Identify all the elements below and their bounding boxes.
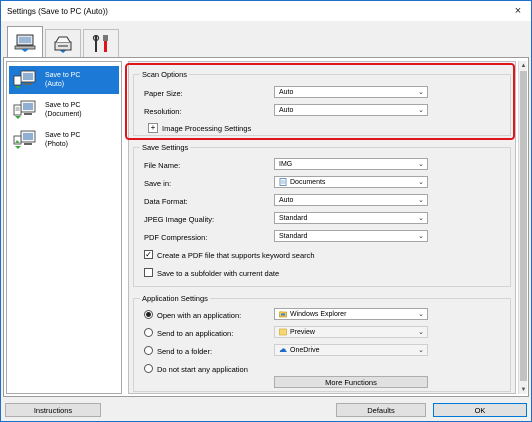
file-name-label: File Name: — [144, 161, 181, 170]
do-not-start-radio[interactable] — [144, 364, 153, 373]
defaults-button[interactable]: Defaults — [336, 403, 426, 417]
chevron-down-icon: ⌄ — [418, 89, 424, 96]
keyword-pdf-checkbox[interactable]: ✓ — [144, 250, 153, 259]
settings-panel: Scan Options Paper Size: Auto ⌄ Resoluti… — [128, 61, 516, 394]
scrollbar-thumb[interactable] — [520, 71, 527, 381]
open-with-value: Windows Explorer — [290, 310, 347, 318]
chevron-down-icon: ⌄ — [418, 233, 424, 240]
resolution-value: Auto — [279, 106, 294, 114]
send-to-folder-radio[interactable] — [144, 346, 153, 355]
send-to-app-label: Send to an application: — [157, 329, 234, 338]
footer-bar: Instructions Defaults OK — [1, 399, 531, 421]
application-settings-title: Application Settings — [140, 294, 210, 303]
ok-button[interactable]: OK — [433, 403, 527, 417]
more-functions-button[interactable]: More Functions — [274, 376, 428, 388]
sidebar-item-sublabel: (Photo) — [45, 141, 68, 148]
sidebar-item-label: Save to PC — [45, 132, 81, 139]
send-to-app-value: Preview — [290, 328, 315, 336]
title-bar: Settings (Save to PC (Auto)) × — [1, 1, 531, 21]
sidebar-item-label: Save to PC — [45, 102, 81, 109]
onedrive-icon — [279, 346, 287, 354]
sidebar-item-save-to-pc-document[interactable]: Save to PC (Document) — [9, 96, 119, 124]
paper-size-select[interactable]: Auto ⌄ — [274, 86, 428, 98]
chevron-down-icon: ⌄ — [418, 347, 424, 354]
chevron-down-icon: ⌄ — [418, 161, 424, 168]
pdf-compression-label: PDF Compression: — [144, 233, 208, 242]
scroll-up-icon[interactable]: ▲ — [519, 61, 528, 70]
send-to-folder-label: Send to a folder: — [157, 347, 213, 356]
subfolder-checkbox[interactable] — [144, 268, 153, 277]
close-button[interactable]: × — [509, 3, 527, 19]
tab-general-settings[interactable] — [83, 29, 119, 57]
jpeg-quality-value: Standard — [279, 214, 308, 222]
application-settings-group: Application Settings Open with an applic… — [133, 294, 511, 392]
sidebar: Save to PC (Auto) Save to PC (Document) … — [6, 61, 122, 394]
resolution-label: Resolution: — [144, 107, 182, 116]
windows-explorer-icon — [279, 310, 287, 318]
documents-folder-icon — [279, 178, 287, 186]
pdf-compression-select[interactable]: Standard ⌄ — [274, 230, 428, 242]
file-name-combo[interactable]: IMG ⌄ — [274, 158, 428, 170]
paper-size-value: Auto — [279, 88, 294, 96]
window-title: Settings (Save to PC (Auto)) — [7, 6, 108, 16]
send-to-app-radio[interactable] — [144, 328, 153, 337]
general-settings-icon — [92, 34, 108, 52]
data-format-value: Auto — [279, 196, 294, 204]
jpeg-quality-select[interactable]: Standard ⌄ — [274, 212, 428, 224]
sidebar-item-sublabel: (Auto) — [45, 81, 65, 88]
send-to-folder-value: OneDrive — [290, 346, 320, 354]
chevron-down-icon: ⌄ — [418, 197, 424, 204]
chevron-down-icon: ⌄ — [418, 179, 424, 186]
resolution-select[interactable]: Auto ⌄ — [274, 104, 428, 116]
save-settings-group: Save Settings File Name: IMG ⌄ Save in: … — [133, 143, 511, 287]
tab-strip — [1, 21, 531, 59]
keyword-pdf-label: Create a PDF file that supports keyword … — [157, 251, 315, 260]
save-to-pc-document-icon — [11, 98, 39, 122]
scroll-down-icon[interactable]: ▼ — [519, 385, 528, 394]
vertical-scrollbar[interactable]: ▲ ▼ — [518, 61, 527, 394]
tab-scan-from-computer[interactable] — [7, 26, 43, 58]
do-not-start-label: Do not start any application — [157, 365, 248, 374]
scan-from-computer-icon — [14, 34, 36, 52]
content-frame: Save to PC (Auto) Save to PC (Document) … — [3, 57, 529, 397]
save-in-value: Documents — [290, 178, 326, 186]
sidebar-item-save-to-pc-auto[interactable]: Save to PC (Auto) — [9, 66, 119, 94]
send-to-folder-select[interactable]: OneDrive ⌄ — [274, 344, 428, 356]
sidebar-item-save-to-pc-photo[interactable]: Save to PC (Photo) — [9, 126, 119, 154]
save-to-pc-auto-icon — [11, 68, 39, 92]
scan-options-title: Scan Options — [140, 70, 190, 79]
save-in-select[interactable]: Documents ⌄ — [274, 176, 428, 188]
save-to-pc-photo-icon — [11, 128, 39, 152]
chevron-down-icon: ⌄ — [418, 107, 424, 114]
scan-from-operation-panel-icon — [54, 36, 72, 53]
image-processing-settings-label: Image Processing Settings — [162, 124, 252, 133]
chevron-down-icon: ⌄ — [418, 311, 424, 318]
chevron-down-icon: ⌄ — [418, 329, 424, 336]
data-format-label: Data Format: — [144, 197, 188, 206]
data-format-select[interactable]: Auto ⌄ — [274, 194, 428, 206]
close-icon: × — [514, 5, 522, 17]
preview-app-icon — [279, 328, 287, 336]
paper-size-label: Paper Size: — [144, 89, 183, 98]
instructions-button[interactable]: Instructions — [5, 403, 101, 417]
open-with-label: Open with an application: — [157, 311, 242, 320]
open-with-radio[interactable] — [144, 310, 153, 319]
save-settings-title: Save Settings — [140, 143, 191, 152]
send-to-app-select[interactable]: Preview ⌄ — [274, 326, 428, 338]
pdf-compression-value: Standard — [279, 232, 308, 240]
scan-options-group: Scan Options Paper Size: Auto ⌄ Resoluti… — [133, 70, 511, 136]
expand-image-processing-button[interactable]: + — [148, 123, 158, 133]
sidebar-item-sublabel: (Document) — [45, 111, 82, 118]
radio-selected-dot — [146, 312, 151, 317]
sidebar-item-label: Save to PC — [45, 72, 81, 79]
chevron-down-icon: ⌄ — [418, 215, 424, 222]
tab-scan-from-operation-panel[interactable] — [45, 29, 81, 57]
jpeg-quality-label: JPEG Image Quality: — [144, 215, 215, 224]
subfolder-label: Save to a subfolder with current date — [157, 269, 280, 278]
open-with-select[interactable]: Windows Explorer ⌄ — [274, 308, 428, 320]
file-name-value: IMG — [279, 160, 293, 168]
save-in-label: Save in: — [144, 179, 172, 188]
settings-window: Settings (Save to PC (Auto)) × Save to P… — [0, 0, 532, 422]
